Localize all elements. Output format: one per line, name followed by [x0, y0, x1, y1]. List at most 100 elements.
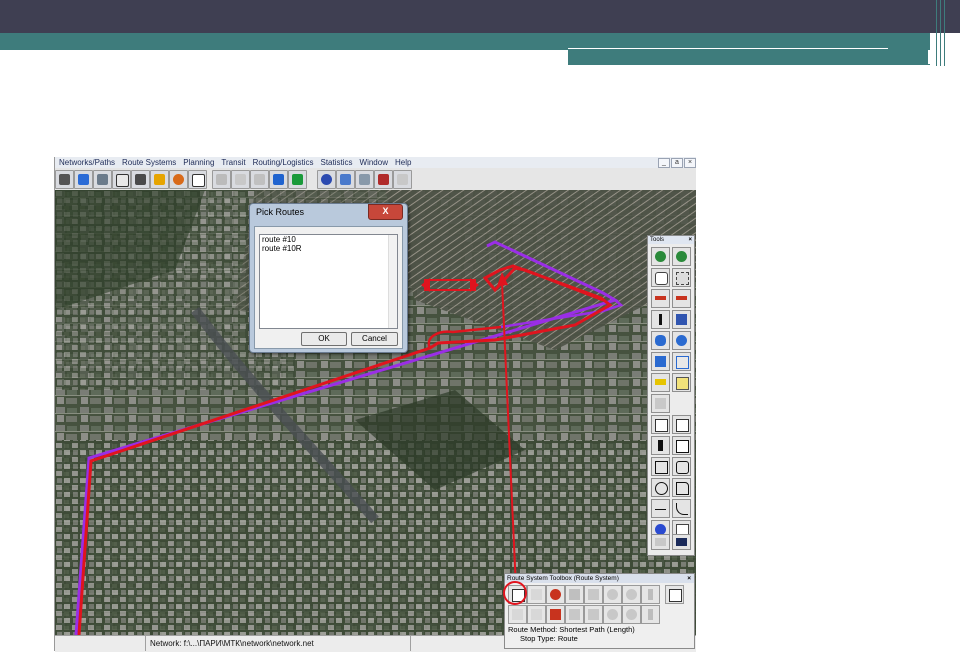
- slide-divider: [936, 0, 937, 66]
- route-method-value: Shortest Path (Length): [559, 625, 635, 634]
- pencil-icon[interactable]: [150, 170, 169, 189]
- edit-button[interactable]: [355, 170, 374, 189]
- pan-hand-icon[interactable]: [651, 268, 670, 287]
- minimize-button[interactable]: _: [658, 158, 670, 168]
- rectangle-icon[interactable]: [651, 457, 670, 476]
- zoom-out-icon[interactable]: [672, 247, 691, 266]
- stop-info-disabled-icon[interactable]: [622, 605, 641, 624]
- reverse-route-icon[interactable]: [546, 585, 565, 604]
- settings-button[interactable]: [393, 170, 412, 189]
- slide-divider: [775, 64, 930, 65]
- deselect-icon[interactable]: [672, 352, 691, 371]
- cancel-button[interactable]: Cancel: [351, 332, 398, 346]
- next-view-icon[interactable]: [672, 289, 691, 308]
- routes-listbox[interactable]: route #10 route #10R: [259, 234, 398, 329]
- signal-disabled-icon[interactable]: [641, 605, 660, 624]
- list-scrollbar[interactable]: [388, 235, 397, 328]
- split-route-icon[interactable]: [508, 605, 527, 624]
- polygon-icon[interactable]: [672, 478, 691, 497]
- ok-button[interactable]: OK: [301, 332, 347, 346]
- select-point-icon[interactable]: [651, 331, 670, 350]
- table-button[interactable]: [112, 170, 131, 189]
- layer-tool-button[interactable]: [55, 170, 74, 189]
- stop-disabled-icon[interactable]: [603, 585, 622, 604]
- stop-delete-disabled-icon[interactable]: [622, 585, 641, 604]
- text-icon[interactable]: [651, 436, 670, 455]
- grid-disabled-button[interactable]: [250, 170, 269, 189]
- freehand-icon[interactable]: [651, 499, 670, 518]
- check-button[interactable]: [374, 170, 393, 189]
- label-button[interactable]: [188, 170, 207, 189]
- route-tool-icon[interactable]: [651, 394, 670, 413]
- stop-type-value: Route: [557, 634, 578, 643]
- select-stops-button[interactable]: [336, 170, 355, 189]
- menu-help[interactable]: Help: [395, 158, 411, 167]
- signal-icon[interactable]: [641, 585, 660, 604]
- menu-window[interactable]: Window: [360, 158, 388, 167]
- restore-button[interactable]: а: [671, 158, 683, 168]
- zoom-box-icon[interactable]: [672, 268, 691, 287]
- pick-routes-dialog: Pick Routes X route #10 route #10R OK Ca…: [249, 203, 408, 353]
- info-icon[interactable]: [651, 310, 670, 329]
- transit-button[interactable]: [288, 170, 307, 189]
- menu-networks-paths[interactable]: Networks/Paths: [59, 158, 115, 167]
- highlight-circle: [503, 581, 527, 605]
- list-item[interactable]: route #10: [260, 235, 397, 244]
- label-tool-icon[interactable]: [672, 373, 691, 392]
- zoom-in-icon[interactable]: [651, 247, 670, 266]
- slide-accent-tab: [568, 50, 928, 65]
- menu-transit[interactable]: Transit: [221, 158, 245, 167]
- hotlink-icon[interactable]: [672, 310, 691, 329]
- curve-icon[interactable]: [672, 499, 691, 518]
- network-button[interactable]: [74, 170, 93, 189]
- globe-icon[interactable]: [169, 170, 188, 189]
- menu-bar: Networks/Paths Route Systems Planning Trans…: [55, 157, 696, 168]
- map-disabled-button[interactable]: [212, 170, 231, 189]
- list-item[interactable]: route #10R: [260, 244, 397, 253]
- route-method-line: Route Method: Shortest Path (Length): [508, 625, 635, 634]
- delete-route-icon[interactable]: [546, 605, 565, 624]
- menu-route-systems[interactable]: Route Systems: [122, 158, 176, 167]
- rounded-rectangle-icon[interactable]: [672, 457, 691, 476]
- previous-view-icon[interactable]: [651, 289, 670, 308]
- grid-button[interactable]: [131, 170, 150, 189]
- pointer-icon[interactable]: [651, 415, 670, 434]
- route-button[interactable]: [269, 170, 288, 189]
- stop-points-icon[interactable]: [527, 605, 546, 624]
- tools-palette: Tools ×: [647, 235, 695, 556]
- draw-segment-disabled-icon[interactable]: [584, 605, 603, 624]
- main-toolbar: [55, 168, 696, 191]
- tools-title: Tools: [650, 237, 665, 243]
- pointer-add-icon[interactable]: [672, 415, 691, 434]
- toolbox-close-button[interactable]: ×: [687, 574, 691, 583]
- tools-close-button[interactable]: ×: [688, 236, 692, 244]
- add-stop-icon[interactable]: [527, 585, 546, 604]
- route-table-icon[interactable]: [665, 585, 684, 604]
- ellipse-icon[interactable]: [651, 478, 670, 497]
- menu-routing-logistics[interactable]: Routing/Logistics: [253, 158, 314, 167]
- legend-icon[interactable]: [651, 534, 670, 550]
- dialog-body: route #10 route #10R OK Cancel: [254, 226, 403, 349]
- select-shape-icon[interactable]: [651, 352, 670, 371]
- stops-button[interactable]: [317, 170, 336, 189]
- lines-button[interactable]: [93, 170, 112, 189]
- text-box-icon[interactable]: [672, 436, 691, 455]
- chart-disabled-button[interactable]: [231, 170, 250, 189]
- route-edit-disabled-icon[interactable]: [584, 585, 603, 604]
- route-system-toolbox: Route System Toolbox (Route System) × Ro…: [504, 573, 695, 649]
- stop-move-disabled-icon[interactable]: [603, 605, 622, 624]
- route-box-icon[interactable]: [565, 585, 584, 604]
- ruler-icon[interactable]: [651, 373, 670, 392]
- slide-divider: [944, 0, 945, 66]
- scale-bar-icon[interactable]: [672, 534, 691, 550]
- menu-statistics[interactable]: Statistics: [321, 158, 353, 167]
- tools-title-bar: Tools ×: [648, 236, 694, 244]
- select-circle-icon[interactable]: [672, 331, 691, 350]
- toolbox-title-bar: Route System Toolbox (Route System) ×: [505, 574, 694, 583]
- menu-planning[interactable]: Planning: [183, 158, 214, 167]
- dialog-close-button[interactable]: X: [368, 204, 403, 220]
- draw-route-disabled-icon[interactable]: [565, 605, 584, 624]
- toolbox-title: Route System Toolbox (Route System): [507, 575, 619, 582]
- close-window-button[interactable]: ×: [684, 158, 696, 168]
- slide-header-band: [0, 0, 960, 33]
